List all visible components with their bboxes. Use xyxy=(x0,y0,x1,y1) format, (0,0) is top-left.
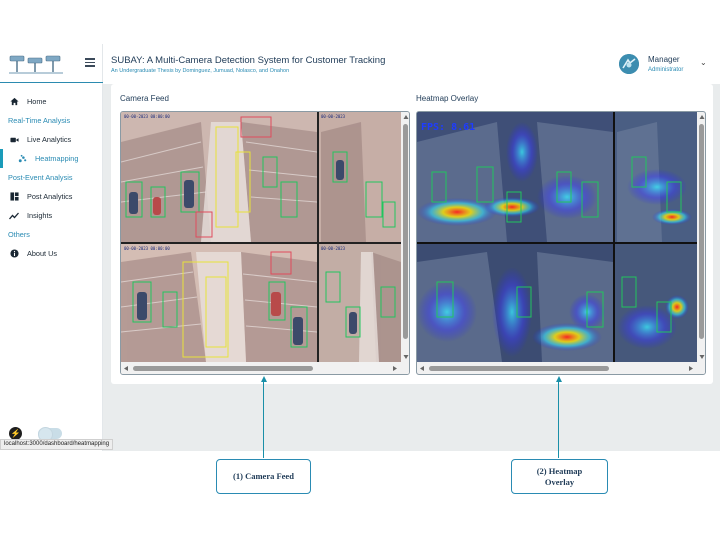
sidebar-item-live-analytics[interactable]: Live Analytics xyxy=(0,130,103,149)
info-icon xyxy=(9,249,19,259)
avatar[interactable] xyxy=(619,54,639,74)
callout-camera-feed: (1) Camera Feed xyxy=(216,459,311,494)
callout-arrow-head-heatmap xyxy=(556,376,562,382)
svg-text:00-00-2023 00:00:00: 00-00-2023 00:00:00 xyxy=(124,246,170,251)
svg-text:00-00-2023: 00-00-2023 xyxy=(321,114,346,119)
sidebar-item-home[interactable]: Home xyxy=(0,92,103,111)
sidebar-item-label: About Us xyxy=(27,249,58,258)
sidebar-item-label: Heatmapping xyxy=(35,154,79,163)
theme-toggle[interactable] xyxy=(38,427,62,442)
callout-arrow-heatmap xyxy=(558,381,559,458)
page-subtitle: An Undergraduate Thesis by Dominguez, Ju… xyxy=(111,68,290,74)
callout-arrow-camera xyxy=(263,381,264,458)
chevron-down-icon[interactable]: ⌄ xyxy=(700,58,707,67)
callout-heatmap-label-line2: Overlay xyxy=(544,476,575,487)
sidebar-item-insights[interactable]: Insights xyxy=(0,206,103,225)
sidebar-item-label: Home xyxy=(27,97,47,106)
fps-readout: FPS: 8.61 xyxy=(421,122,475,133)
callout-arrow-head-camera xyxy=(261,376,267,382)
divider xyxy=(0,82,103,83)
callout-heatmap-label-line1: (2) Heatmap xyxy=(536,465,583,476)
svg-text:00-00-2023 00:00:00: 00-00-2023 00:00:00 xyxy=(124,114,170,119)
scatter-dots-icon xyxy=(17,154,27,164)
top-header: SUBAY: A Multi-Camera Detection System f… xyxy=(103,44,720,84)
svg-text:00-00-2023: 00-00-2023 xyxy=(321,246,346,251)
sidebar-item-label: Live Analytics xyxy=(27,135,72,144)
heatmap-viewport[interactable]: FPS: 8.61 xyxy=(416,111,706,375)
page-title: SUBAY: A Multi-Camera Detection System f… xyxy=(111,55,386,66)
sidebar-section-real-time: Real-Time Analysis xyxy=(8,116,71,125)
sidebar: Home Real-Time Analysis Live Analytics H… xyxy=(0,44,103,451)
user-name: Manager xyxy=(648,55,680,64)
home-icon xyxy=(9,97,19,107)
cctv-logo-icon xyxy=(9,55,63,74)
video-camera-icon xyxy=(9,135,19,145)
trend-line-icon xyxy=(9,211,19,221)
heatmap-grid: FPS: 8.61 xyxy=(417,112,705,374)
user-role: Administrator xyxy=(648,67,684,73)
app-screenshot: Home Real-Time Analysis Live Analytics H… xyxy=(0,44,720,451)
sidebar-item-label: Insights xyxy=(27,211,53,220)
camera-feed-viewport[interactable]: 00-00-2023 00:00:00 00-00-2023 00-00-202… xyxy=(120,111,410,375)
sidebar-item-label: Post Analytics xyxy=(27,192,73,201)
dashboard-icon xyxy=(9,192,19,202)
main-card: Camera Feed Heatmap Overlay 00-00-2023 0… xyxy=(111,84,713,384)
camera-feed-title: Camera Feed xyxy=(120,94,169,103)
sidebar-item-about-us[interactable]: About Us xyxy=(0,244,103,263)
sidebar-item-heatmapping[interactable]: Heatmapping xyxy=(0,149,103,168)
callout-camera-feed-label: (1) Camera Feed xyxy=(233,471,294,481)
camera-feed-grid: 00-00-2023 00:00:00 00-00-2023 00-00-202… xyxy=(121,112,409,374)
callout-heatmap-overlay: (2) Heatmap Overlay xyxy=(511,459,608,494)
sidebar-section-post-event: Post-Event Analysis xyxy=(8,173,73,182)
heatmap-title: Heatmap Overlay xyxy=(416,94,479,103)
sidebar-section-others: Others xyxy=(8,230,30,239)
sidebar-nav: Home Real-Time Analysis Live Analytics H… xyxy=(0,92,103,263)
sidebar-item-post-analytics[interactable]: Post Analytics xyxy=(0,187,103,206)
menu-toggle-icon[interactable] xyxy=(85,58,95,67)
status-url: localhost:3000/dashboard/heatmapping xyxy=(0,439,114,450)
